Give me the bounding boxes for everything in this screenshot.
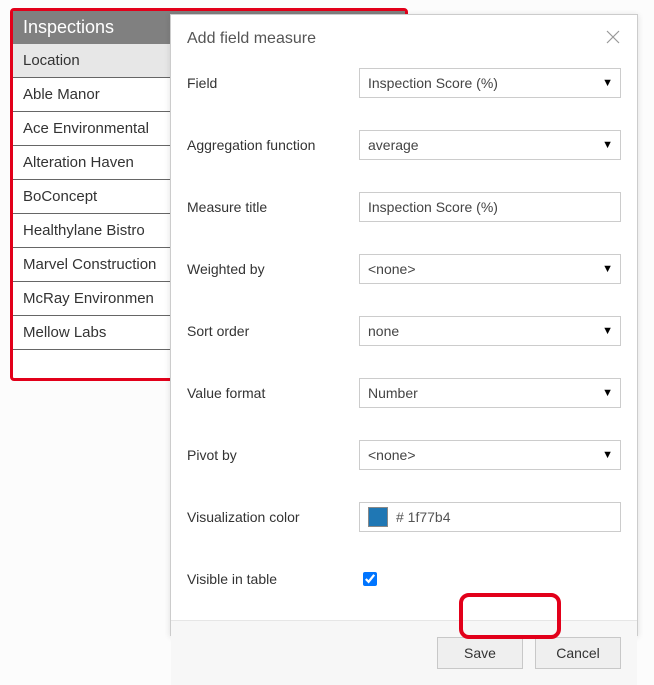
label-aggregation: Aggregation function bbox=[187, 137, 359, 153]
viz-color-picker[interactable]: # 1f77b4 bbox=[359, 502, 621, 532]
label-field: Field bbox=[187, 75, 359, 91]
add-field-measure-dialog: Add field measure Field Inspection Score… bbox=[170, 14, 638, 636]
dialog-title: Add field measure bbox=[187, 30, 316, 48]
label-viz-color: Visualization color bbox=[187, 509, 359, 525]
pivot-by-select[interactable]: <none> bbox=[359, 440, 621, 470]
save-button[interactable]: Save bbox=[437, 637, 523, 669]
label-value-format: Value format bbox=[187, 385, 359, 401]
color-swatch-icon bbox=[368, 507, 388, 527]
close-icon[interactable] bbox=[605, 29, 621, 48]
label-measure-title: Measure title bbox=[187, 199, 359, 215]
visible-checkbox[interactable] bbox=[363, 572, 377, 586]
field-select[interactable]: Inspection Score (%) bbox=[359, 68, 621, 98]
label-pivot-by: Pivot by bbox=[187, 447, 359, 463]
color-hex-text: # 1f77b4 bbox=[396, 509, 451, 525]
aggregation-select[interactable]: average bbox=[359, 130, 621, 160]
value-format-select[interactable]: Number bbox=[359, 378, 621, 408]
label-sort-order: Sort order bbox=[187, 323, 359, 339]
cancel-button[interactable]: Cancel bbox=[535, 637, 621, 669]
label-visible: Visible in table bbox=[187, 571, 359, 587]
measure-title-input[interactable] bbox=[359, 192, 621, 222]
label-weighted-by: Weighted by bbox=[187, 261, 359, 277]
sort-order-select[interactable]: none bbox=[359, 316, 621, 346]
weighted-by-select[interactable]: <none> bbox=[359, 254, 621, 284]
